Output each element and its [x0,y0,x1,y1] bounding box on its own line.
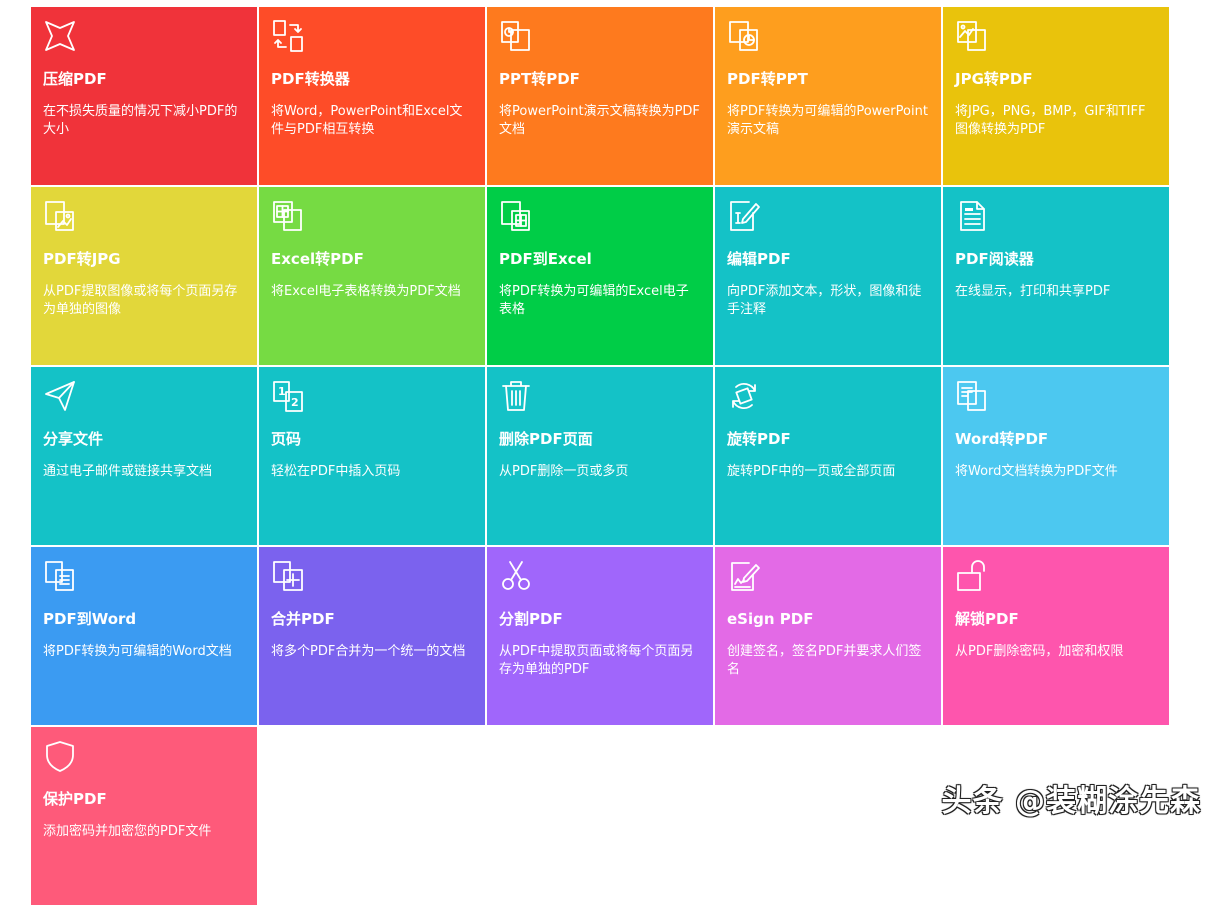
trash-icon [499,379,533,413]
shield-icon [43,739,77,773]
tool-tile[interactable]: JPG转PDF 将JPG，PNG，BMP，GIF和TIFF图像转换为PDF [943,7,1169,185]
tool-tile[interactable]: 解锁PDF 从PDF删除密码，加密和权限 [943,547,1169,725]
excel-to-pdf-icon [271,199,305,233]
rotate-icon [727,379,761,413]
tool-tile[interactable]: PDF到Excel 将PDF转换为可编辑的Excel电子表格 [487,187,713,365]
tool-tile[interactable]: PDF转换器将Word，PowerPoint和Excel文件与PDF相互转换 [259,7,485,185]
watermark: 头条 @装糊涂先森 [941,784,1201,819]
tool-title: PDF阅读器 [955,250,1034,268]
convert-icon [271,19,305,53]
unlock-icon [955,559,989,593]
svg-text:2: 2 [291,396,299,409]
tool-description: 旋转PDF中的一页或全部页面 [727,464,896,479]
tool-title: PDF转换器 [271,70,350,88]
tool-tile[interactable]: eSign PDF 创建签名，签名PDF并要求人们签名 [715,547,941,725]
tool-title: eSign PDF [727,610,814,628]
tool-title: 分享文件 [43,430,104,448]
ppt-to-pdf-icon [499,19,533,53]
tool-tile[interactable]: 1 2 页码轻松在PDF中插入页码 [259,367,485,545]
pdf-to-jpg-icon [43,199,77,233]
esign-icon [727,559,761,593]
tool-tile[interactable]: 删除PDF页面从PDF删除一页或多页 [487,367,713,545]
tool-title: Word转PDF [955,430,1049,448]
tool-description: 轻松在PDF中插入页码 [271,464,401,479]
tool-title: 压缩PDF [43,70,107,88]
tool-tile[interactable]: 合并PDF 将多个PDF合并为一个统一的文档 [259,547,485,725]
edit-icon [727,199,761,233]
tool-description: 将JPG，PNG，BMP，GIF和TIFF图像转换为PDF [955,104,1146,137]
tool-title: 保护PDF [43,790,107,808]
tool-description: 将PDF转换为可编辑的Word文档 [43,644,232,659]
tool-title: JPG转PDF [955,70,1033,88]
tool-tile[interactable]: PPT转PDF 将PowerPoint演示文稿转换为PDF文档 [487,7,713,185]
tool-title: 分割PDF [499,610,563,628]
tool-tile[interactable]: 旋转PDF 旋转PDF中的一页或全部页面 [715,367,941,545]
tool-description: 向PDF添加文本，形状，图像和徒手注释 [727,284,922,317]
reader-icon [955,199,989,233]
tool-tile[interactable]: PDF阅读器在线显示，打印和共享PDF [943,187,1169,365]
tool-title: 旋转PDF [727,430,791,448]
tool-title: PDF到Excel [499,250,592,268]
tool-description: 在不损失质量的情况下减小PDF的大小 [43,104,238,137]
pdf-to-ppt-icon [727,19,761,53]
tool-tile[interactable]: 分割PDF 从PDF中提取页面或将每个页面另存为单独的PDF [487,547,713,725]
tool-title: 解锁PDF [955,610,1019,628]
tool-description: 通过电子邮件或链接共享文档 [43,464,213,479]
tool-tile[interactable]: PDF到Word 将PDF转换为可编辑的Word文档 [31,547,257,725]
tool-title: 编辑PDF [727,250,791,268]
tool-description: 将多个PDF合并为一个统一的文档 [271,644,466,659]
tool-tile[interactable]: Word转PDF 将Word文档转换为PDF文件 [943,367,1169,545]
tool-title: PPT转PDF [499,70,580,88]
tool-tile[interactable]: 压缩PDF 在不损失质量的情况下减小PDF的大小 [31,7,257,185]
tool-title: Excel转PDF [271,250,364,268]
tool-tile[interactable]: Excel转PDF 将Excel电子表格转换为PDF文档 [259,187,485,365]
tool-description: 将Excel电子表格转换为PDF文档 [271,284,461,299]
svg-text:1: 1 [278,385,286,398]
tool-description: 在线显示，打印和共享PDF [955,284,1111,299]
scissors-icon [499,559,533,593]
pdf-to-word-icon [43,559,77,593]
word-to-pdf-icon [955,379,989,413]
tool-description: 将PDF转换为可编辑的Excel电子表格 [499,284,689,317]
tool-title: PDF到Word [43,610,137,628]
tool-title: 删除PDF页面 [499,430,593,448]
pdf-to-excel-icon [499,199,533,233]
tool-title: 合并PDF [271,610,335,628]
tool-description: 将Word，PowerPoint和Excel文件与PDF相互转换 [271,104,463,137]
share-icon [43,379,77,413]
tool-tile[interactable]: PDF转JPG 从PDF提取图像或将每个页面另存为单独的图像 [31,187,257,365]
tool-tile[interactable]: 保护PDF 添加密码并加密您的PDF文件 [31,727,257,905]
tool-description: 将PowerPoint演示文稿转换为PDF文档 [499,104,700,137]
tool-description: 创建签名，签名PDF并要求人们签名 [727,644,922,677]
tool-description: 将PDF转换为可编辑的PowerPoint演示文稿 [727,104,928,137]
tool-title: PDF转JPG [43,250,121,268]
jpg-to-pdf-icon [955,19,989,53]
tool-title: 页码 [271,430,302,448]
tool-tile[interactable]: 分享文件通过电子邮件或链接共享文档 [31,367,257,545]
tool-title: PDF转PPT [727,70,808,88]
merge-icon [271,559,305,593]
page-number-icon: 12 [271,379,305,413]
tool-description: 从PDF中提取页面或将每个页面另存为单独的PDF [499,644,694,677]
compress-icon [43,19,77,53]
tool-description: 从PDF删除密码，加密和权限 [955,644,1124,659]
tool-description: 从PDF提取图像或将每个页面另存为单独的图像 [43,284,238,317]
tool-description: 从PDF删除一页或多页 [499,464,629,479]
tool-tile[interactable]: PDF转PPT 将PDF转换为可编辑的PowerPoint演示文稿 [715,7,941,185]
tool-description: 将Word文档转换为PDF文件 [955,464,1118,479]
tool-tile[interactable]: 编辑PDF 向PDF添加文本，形状，图像和徒手注释 [715,187,941,365]
tool-description: 添加密码并加密您的PDF文件 [43,824,212,839]
